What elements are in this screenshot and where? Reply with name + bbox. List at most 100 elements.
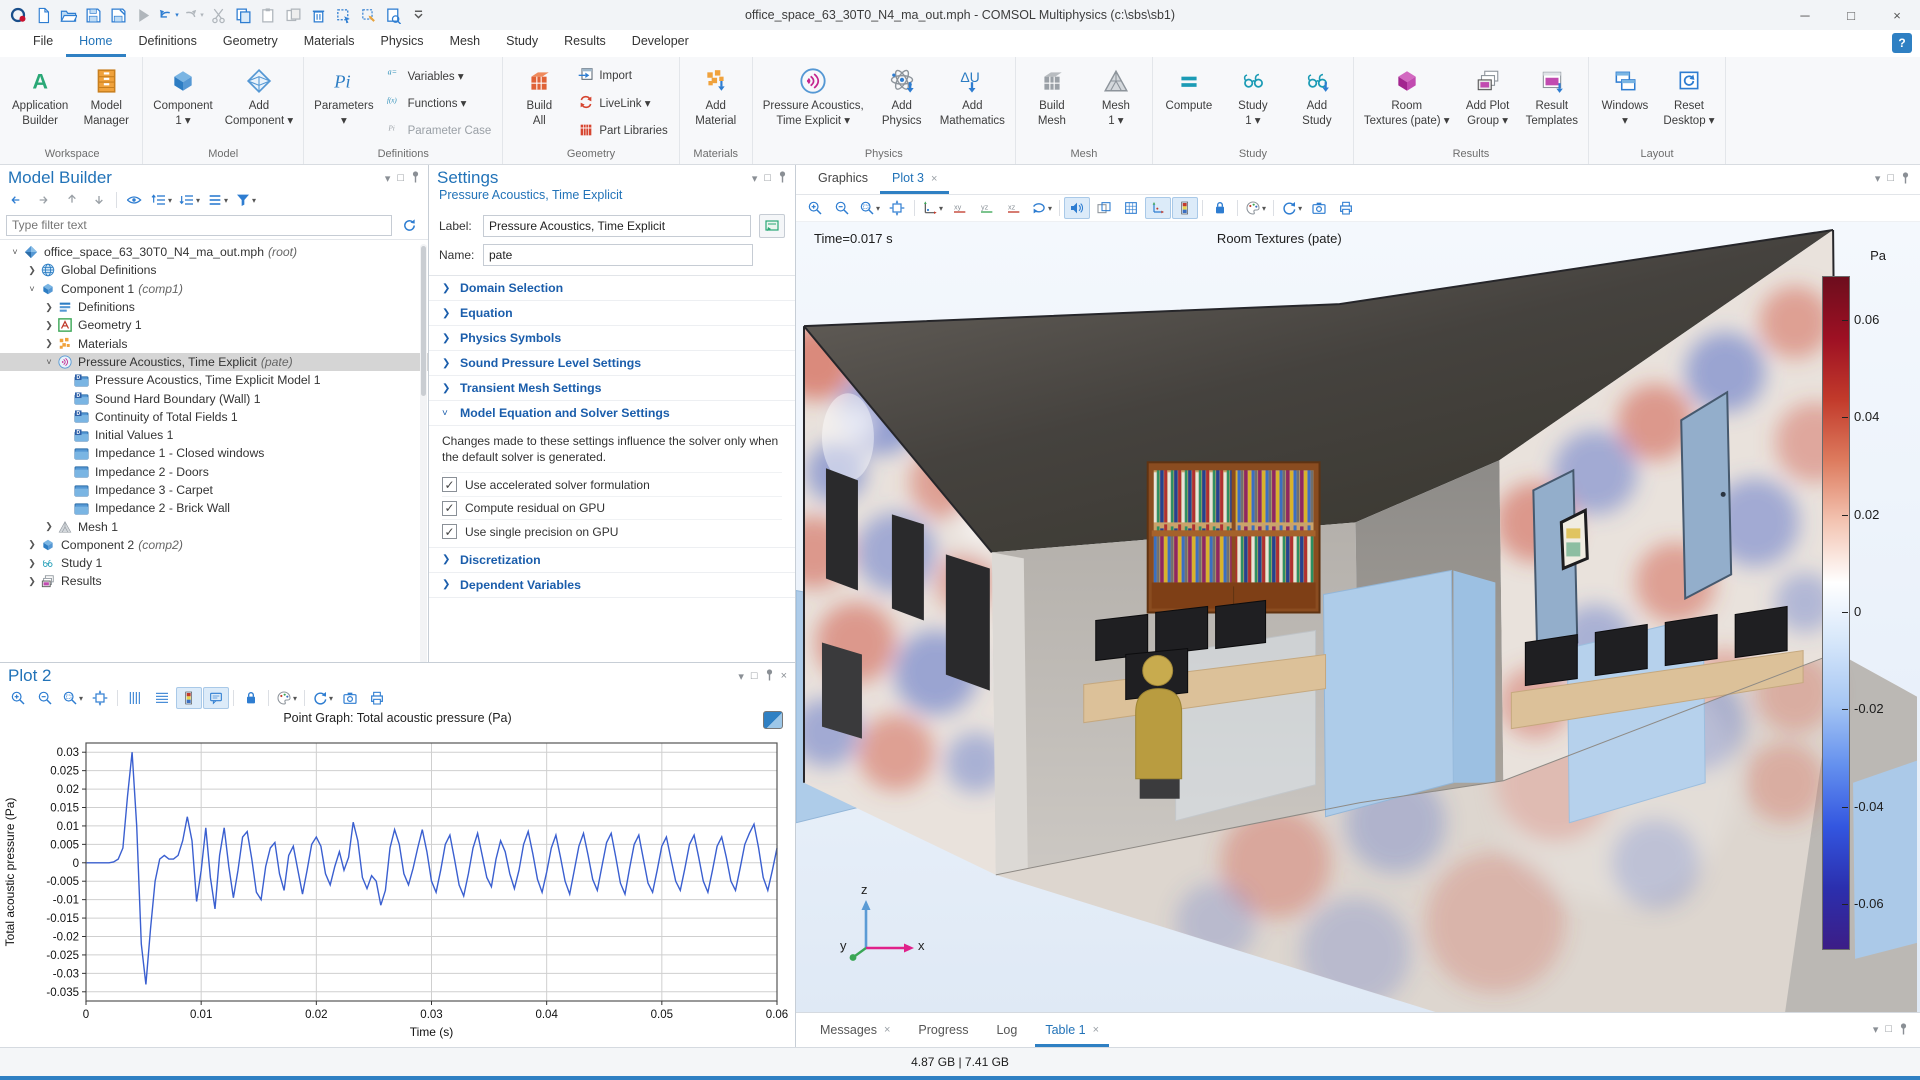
expand-icon[interactable]: ❯	[25, 558, 39, 569]
scene-icon[interactable]	[1091, 197, 1117, 219]
label-field-input[interactable]	[483, 215, 751, 237]
zoom-box-icon[interactable]: ▾	[59, 687, 86, 709]
expand-icon[interactable]: ❯	[42, 521, 56, 532]
menu-mesh[interactable]: Mesh	[437, 30, 494, 57]
arrow-left-icon[interactable]	[5, 189, 31, 211]
close-tab-icon[interactable]: ×	[1093, 1024, 1099, 1036]
maximize-button[interactable]: □	[1828, 0, 1874, 30]
tree-node[interactable]: D Sound Hard Boundary (Wall) 1	[0, 389, 428, 407]
settings-section-model-equation-and-solver-settings[interactable]: ˅ Model Equation and Solver Settings	[429, 401, 795, 426]
settings-section-sound-pressure-level-settings[interactable]: ❯ Sound Pressure Level Settings	[429, 351, 795, 376]
checkbox-compute-residual-on-gpu[interactable]: ✓ Compute residual on GPU	[442, 495, 782, 520]
part-libraries-button[interactable]: Part Libraries	[574, 121, 671, 141]
result-templates-button[interactable]: Result Templates	[1521, 60, 1583, 147]
component-button[interactable]: Component 1 ▾	[148, 60, 217, 147]
panel-menu-icon[interactable]: ▾	[738, 670, 744, 683]
menu-materials[interactable]: Materials	[291, 30, 368, 57]
functions-button[interactable]: f(x) Functions ▾	[383, 93, 496, 113]
settings-section-transient-mesh-settings[interactable]: ❯ Transient Mesh Settings	[429, 376, 795, 401]
import-button[interactable]: Import	[574, 66, 671, 86]
lock-icon[interactable]	[238, 687, 264, 709]
variables-button[interactable]: a= Variables ▾	[383, 66, 496, 86]
tree-node[interactable]: Impedance 3 - Carpet	[0, 481, 428, 499]
tree-node[interactable]: ❯ Geometry 1	[0, 316, 428, 334]
compute-button[interactable]: Compute	[1158, 60, 1220, 147]
close-button[interactable]: ×	[1874, 0, 1920, 30]
rotate-icon[interactable]: ▾	[1028, 197, 1055, 219]
tab-messages[interactable]: Messages ×	[810, 1013, 900, 1047]
update-icon[interactable]: ▾	[1278, 197, 1305, 219]
zoom-in-icon[interactable]	[5, 687, 31, 709]
windows-button[interactable]: Windows ▾	[1594, 60, 1656, 147]
delete-icon[interactable]	[306, 3, 330, 27]
comsol-logo-icon[interactable]	[6, 3, 30, 27]
zoom-in-icon[interactable]	[802, 197, 828, 219]
tree-node[interactable]: ❯ Study 1	[0, 554, 428, 572]
tree-node[interactable]: ❯ Results	[0, 572, 428, 590]
duplicate-icon[interactable]	[281, 3, 305, 27]
update-icon[interactable]: ▾	[309, 687, 336, 709]
float-panel-icon[interactable]: □	[751, 670, 758, 682]
tree-node[interactable]: ❯ Global Definitions	[0, 261, 428, 279]
arrow-up-icon[interactable]	[59, 189, 85, 211]
mesh-button[interactable]: Mesh 1 ▾	[1085, 60, 1147, 147]
save-icon[interactable]	[81, 3, 105, 27]
open-file-icon[interactable]	[56, 3, 80, 27]
print-icon[interactable]	[1333, 197, 1359, 219]
add-component-button[interactable]: Add Component ▾	[220, 60, 298, 147]
checkbox-icon[interactable]: ✓	[442, 524, 457, 540]
expand-icon[interactable]: ˅	[25, 284, 39, 294]
room-render[interactable]	[796, 222, 1920, 1012]
tab-plot-3[interactable]: Plot 3 ×	[880, 165, 949, 194]
checkbox-icon[interactable]: ✓	[442, 477, 457, 493]
settings-section-equation[interactable]: ❯ Equation	[429, 301, 795, 326]
add-material-button[interactable]: Add Material	[685, 60, 747, 147]
tree-node[interactable]: Impedance 1 - Closed windows	[0, 444, 428, 462]
settings-section-physics-symbols[interactable]: ❯ Physics Symbols	[429, 326, 795, 351]
pin-icon[interactable]	[765, 668, 774, 684]
parameter-case-button[interactable]: Pi Parameter Case	[383, 121, 496, 141]
close-tab-icon[interactable]: ×	[884, 1024, 890, 1036]
add-plot-group-button[interactable]: Add Plot Group ▾	[1457, 60, 1519, 147]
view-xy-icon[interactable]: xy	[947, 197, 973, 219]
settings-section-dependent-variables[interactable]: ❯ Dependent Variables	[429, 573, 795, 598]
sound-icon[interactable]	[1064, 197, 1091, 219]
tree-node[interactable]: D Initial Values 1	[0, 426, 428, 444]
panel-menu-icon[interactable]: ▾	[1873, 1023, 1879, 1038]
print-icon[interactable]	[364, 687, 390, 709]
grid-v-icon[interactable]	[122, 687, 148, 709]
expand-icon[interactable]: ❯	[42, 302, 56, 313]
tab-log[interactable]: Log	[986, 1013, 1027, 1047]
minimize-button[interactable]: ─	[1782, 0, 1828, 30]
panel-menu-icon[interactable]: ▾	[1875, 172, 1881, 187]
menu-home[interactable]: Home	[66, 30, 125, 57]
reset-desktop-button[interactable]: Reset Desktop ▾	[1658, 60, 1720, 147]
copy-icon[interactable]	[231, 3, 255, 27]
pin-icon[interactable]	[1901, 172, 1910, 187]
panel-menu-icon[interactable]: ▾	[385, 172, 391, 185]
tree-node[interactable]: ˅ Pressure Acoustics, Time Explicit (pate)	[0, 352, 428, 372]
list-up-icon[interactable]: ▾	[148, 189, 175, 211]
go-to-view-icon[interactable]: ▾	[919, 197, 946, 219]
camera-icon[interactable]	[1306, 197, 1332, 219]
app-builder-button[interactable]: A Application Builder	[7, 60, 73, 147]
lock-icon[interactable]	[1207, 197, 1233, 219]
float-panel-icon[interactable]: □	[397, 172, 404, 184]
run-icon[interactable]	[131, 3, 155, 27]
redo-icon[interactable]: ▾	[181, 3, 205, 27]
zoom-out-icon[interactable]	[829, 197, 855, 219]
settings-section-discretization[interactable]: ❯ Discretization	[429, 548, 795, 573]
menu-results[interactable]: Results	[551, 30, 619, 57]
camera-icon[interactable]	[337, 687, 363, 709]
model-manager-button[interactable]: Model Manager	[75, 60, 137, 147]
menu-definitions[interactable]: Definitions	[126, 30, 210, 57]
float-panel-icon[interactable]: □	[1885, 1023, 1892, 1038]
checkbox-use-accelerated-solver-formulation[interactable]: ✓ Use accelerated solver formulation	[442, 472, 782, 496]
tree-node[interactable]: ˅ office_space_63_30T0_N4_ma_out.mph (root…	[0, 243, 428, 261]
build-mesh-button[interactable]: Build Mesh	[1021, 60, 1083, 147]
arrow-right-icon[interactable]	[32, 189, 58, 211]
expand-icon[interactable]: ❯	[25, 576, 39, 587]
close-panel-icon[interactable]: ×	[781, 670, 787, 682]
tab-graphics[interactable]: Graphics	[806, 165, 880, 194]
study-button[interactable]: Study 1 ▾	[1222, 60, 1284, 147]
